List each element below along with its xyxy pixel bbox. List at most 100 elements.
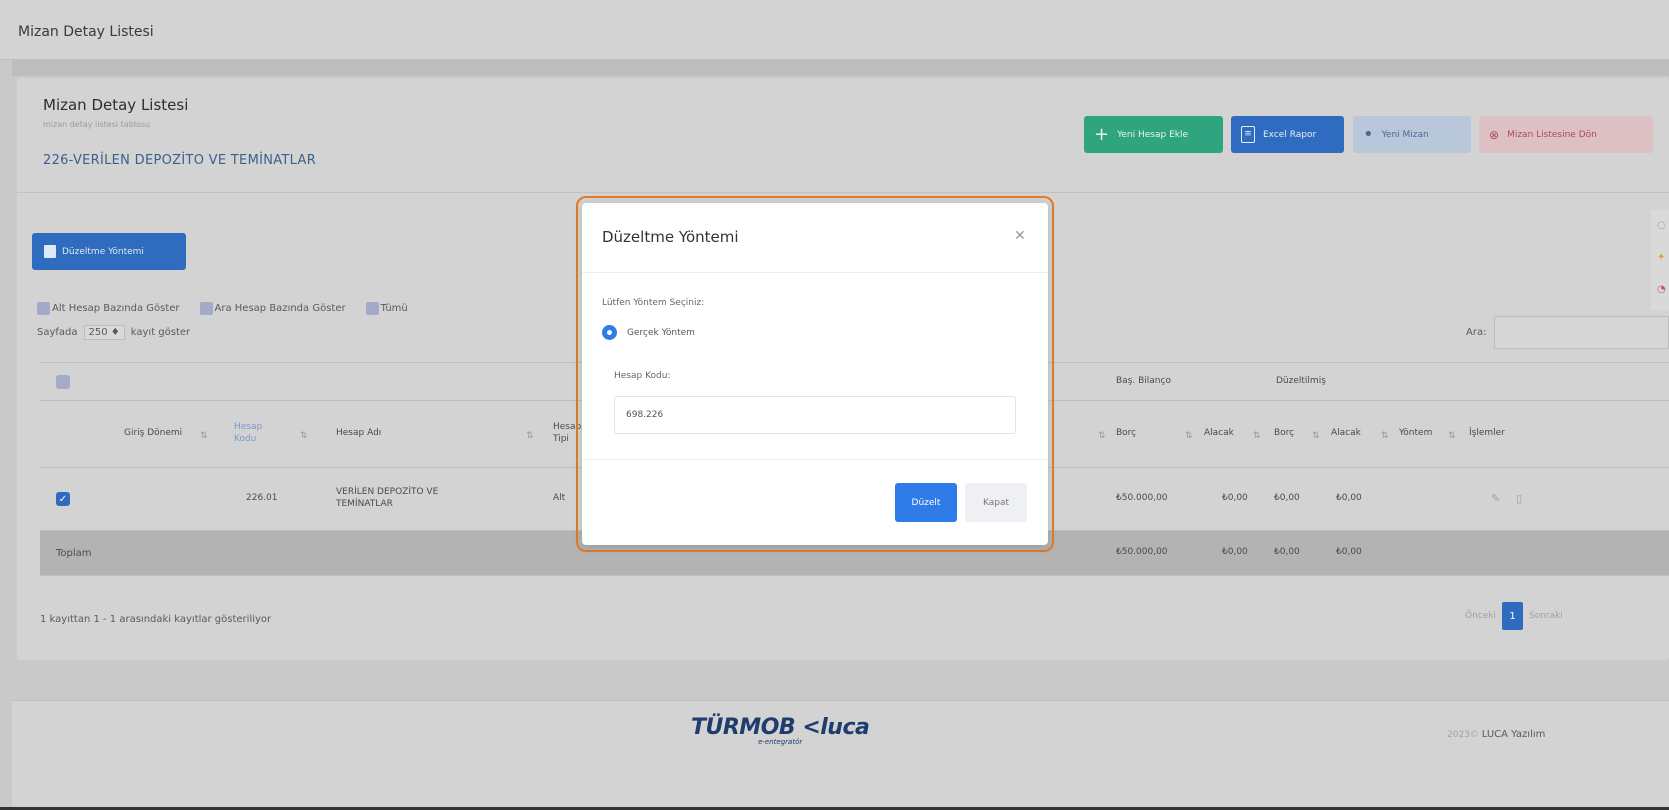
edit-icon[interactable]: ✎ [1485, 468, 1500, 530]
copyright: 2023© LUCA Yazılım [1447, 729, 1545, 740]
filter-tumu[interactable]: Tümü [365, 302, 408, 315]
excel-report-button[interactable]: ≡ Excel Rapor [1231, 116, 1344, 153]
refresh-icon[interactable]: ◌ [1657, 220, 1666, 231]
footer: TÜRMOB <luca e-entegratör 2023© LUCA Yaz… [12, 700, 1669, 810]
group-bas-bilanco: Baş. Bilanço [1116, 375, 1171, 386]
new-mizan-button[interactable]: • Yeni Mizan [1353, 116, 1471, 153]
cell-d-borc: ₺0,00 [1274, 493, 1300, 504]
radio-selected-icon[interactable] [602, 325, 617, 340]
cell-giris-donemi [118, 468, 124, 530]
modal-divider [582, 459, 1048, 460]
pager-current[interactable]: 1 [1502, 602, 1523, 630]
sort-icon[interactable]: ⇅ [1312, 431, 1320, 441]
card-header: Mizan Detay Listesi mizan detay listesi … [17, 78, 1669, 193]
col-d-borc[interactable]: Borç [1268, 401, 1294, 467]
sort-icon[interactable]: ⇅ [300, 431, 308, 441]
cell-alacak: ₺0,00 [1222, 493, 1248, 504]
col-borc[interactable]: Borç [1110, 401, 1136, 467]
table-info: 1 kayıttan 1 - 1 arasındaki kayıtlar gös… [40, 614, 272, 625]
sparkle-icon: • [1363, 123, 1374, 145]
cell-hesap-adi: VERİLEN DEPOZİTO VE TEMİNATLAR [336, 487, 439, 509]
col-alacak[interactable]: Alacak [1198, 401, 1234, 467]
filter-group: Alt Hesap Bazında Göster Ara Hesap Bazın… [37, 302, 408, 315]
search-label: Ara: [1466, 327, 1487, 338]
divider-strip [12, 60, 1669, 76]
new-mizan-label: Yeni Mizan [1381, 129, 1429, 140]
hesap-kodu-field[interactable] [614, 396, 1016, 434]
sort-icon[interactable]: ⇅ [1253, 431, 1261, 441]
method-prompt: Lütfen Yöntem Seçiniz: [602, 298, 705, 308]
close-icon[interactable]: ✕ [1014, 228, 1026, 244]
sort-icon[interactable]: ⇅ [200, 431, 208, 441]
top-bar: Mizan Detay Listesi [0, 0, 1669, 60]
excel-report-label: Excel Rapor [1263, 129, 1317, 140]
copyright-name: LUCA Yazılım [1481, 729, 1546, 740]
filter-alt[interactable]: Alt Hesap Bazında Göster [37, 302, 180, 315]
fix-method-label: Düzeltme Yöntemi [62, 246, 144, 257]
sort-icon[interactable]: ⇅ [1098, 431, 1106, 441]
method-option-label: Gerçek Yöntem [627, 327, 695, 338]
page-title: Mizan Detay Listesi [18, 24, 154, 40]
total-d-borc: ₺0,00 [1274, 547, 1300, 558]
group-duzeltilmis: Düzeltilmiş [1276, 375, 1326, 386]
copyright-year: 2023© [1447, 730, 1479, 740]
total-d-alacak: ₺0,00 [1336, 547, 1362, 558]
account-title: 226-VERİLEN DEPOZİTO VE TEMİNATLAR [43, 153, 317, 168]
modal-divider [582, 272, 1048, 273]
filter-tumu-label: Tümü [380, 303, 408, 314]
fix-method-button[interactable]: Düzeltme Yöntemi [32, 233, 186, 270]
sort-icon[interactable]: ⇅ [1381, 431, 1389, 441]
row-check-cell: ✓ [50, 468, 70, 530]
hesap-kodu-label: Hesap Kodu: [614, 371, 671, 381]
col-islemler: İşlemler [1469, 428, 1505, 439]
col-hesap-kodu[interactable]: Hesap Kodu [228, 401, 278, 467]
new-account-label: Yeni Hesap Ekle [1117, 129, 1189, 140]
row-checkbox[interactable]: ✓ [56, 492, 70, 506]
pager-prev[interactable]: Önceki [1465, 611, 1496, 621]
pager-next[interactable]: Sonraki [1529, 611, 1563, 621]
sort-icon[interactable]: ⇅ [526, 431, 534, 441]
filter-ara-checkbox[interactable] [199, 302, 213, 315]
alert-icon[interactable]: ◔ [1657, 284, 1666, 295]
page-size-prefix: Sayfada [37, 327, 78, 338]
card-subtitle: mizan detay listesi tablosu [43, 120, 151, 129]
total-borc: ₺50.000,00 [1116, 547, 1168, 558]
sort-icon[interactable]: ⇅ [1185, 431, 1193, 441]
modal-close-button[interactable]: Kapat [965, 483, 1027, 522]
sort-icon[interactable]: ⇅ [1448, 431, 1456, 441]
close-circle-icon: ⊗ [1489, 127, 1500, 142]
method-option-real[interactable]: Gerçek Yöntem [602, 325, 695, 340]
fix-submit-button[interactable]: Düzelt [895, 483, 957, 522]
star-icon[interactable]: ✦ [1657, 252, 1665, 263]
turmob-luca-logo: TÜRMOB <luca e-entegratör [691, 715, 870, 746]
back-to-mizan-list-button[interactable]: ⊗ Mizan Listesine Dön [1479, 116, 1653, 153]
col-d-alacak[interactable]: Alacak [1325, 401, 1361, 467]
pagination: Önceki 1 Sonraki [1465, 602, 1563, 630]
new-account-button[interactable]: + Yeni Hesap Ekle [1084, 116, 1223, 153]
filter-alt-checkbox[interactable] [37, 302, 50, 315]
calculator-icon [44, 245, 56, 258]
modal-title: Düzeltme Yöntemi [602, 228, 739, 246]
page-size-suffix: kayıt göster [130, 327, 191, 338]
fix-method-modal: Düzeltme Yöntemi ✕ Lütfen Yöntem Seçiniz… [582, 203, 1048, 545]
search-input[interactable] [1494, 316, 1669, 349]
filter-ara[interactable]: Ara Hesap Bazında Göster [199, 302, 346, 315]
total-label: Toplam [56, 547, 92, 559]
filter-alt-label: Alt Hesap Bazında Göster [52, 303, 180, 314]
page-size-select[interactable]: 250 ♦ [83, 325, 125, 340]
filter-tumu-checkbox[interactable] [365, 302, 379, 315]
delete-icon[interactable]: ▯ [1510, 468, 1522, 530]
cell-yontem [1393, 468, 1399, 530]
col-yontem[interactable]: Yöntem [1393, 401, 1432, 467]
col-hesap-adi[interactable]: Hesap Adı [330, 401, 381, 467]
select-all-checkbox[interactable] [56, 374, 70, 389]
card-title: Mizan Detay Listesi [43, 96, 189, 114]
filter-ara-label: Ara Hesap Bazında Göster [214, 303, 346, 314]
logo-text: TÜRMOB <luca [691, 715, 870, 740]
plus-icon: + [1094, 123, 1110, 145]
select-all-cell [50, 363, 70, 400]
col-giris-donemi[interactable]: Giriş Dönemi [118, 401, 188, 467]
side-tools: ◌ ✦ ◔ [1651, 210, 1669, 310]
page-size: Sayfada 250 ♦ kayıt göster [37, 325, 190, 340]
total-alacak: ₺0,00 [1222, 547, 1248, 558]
